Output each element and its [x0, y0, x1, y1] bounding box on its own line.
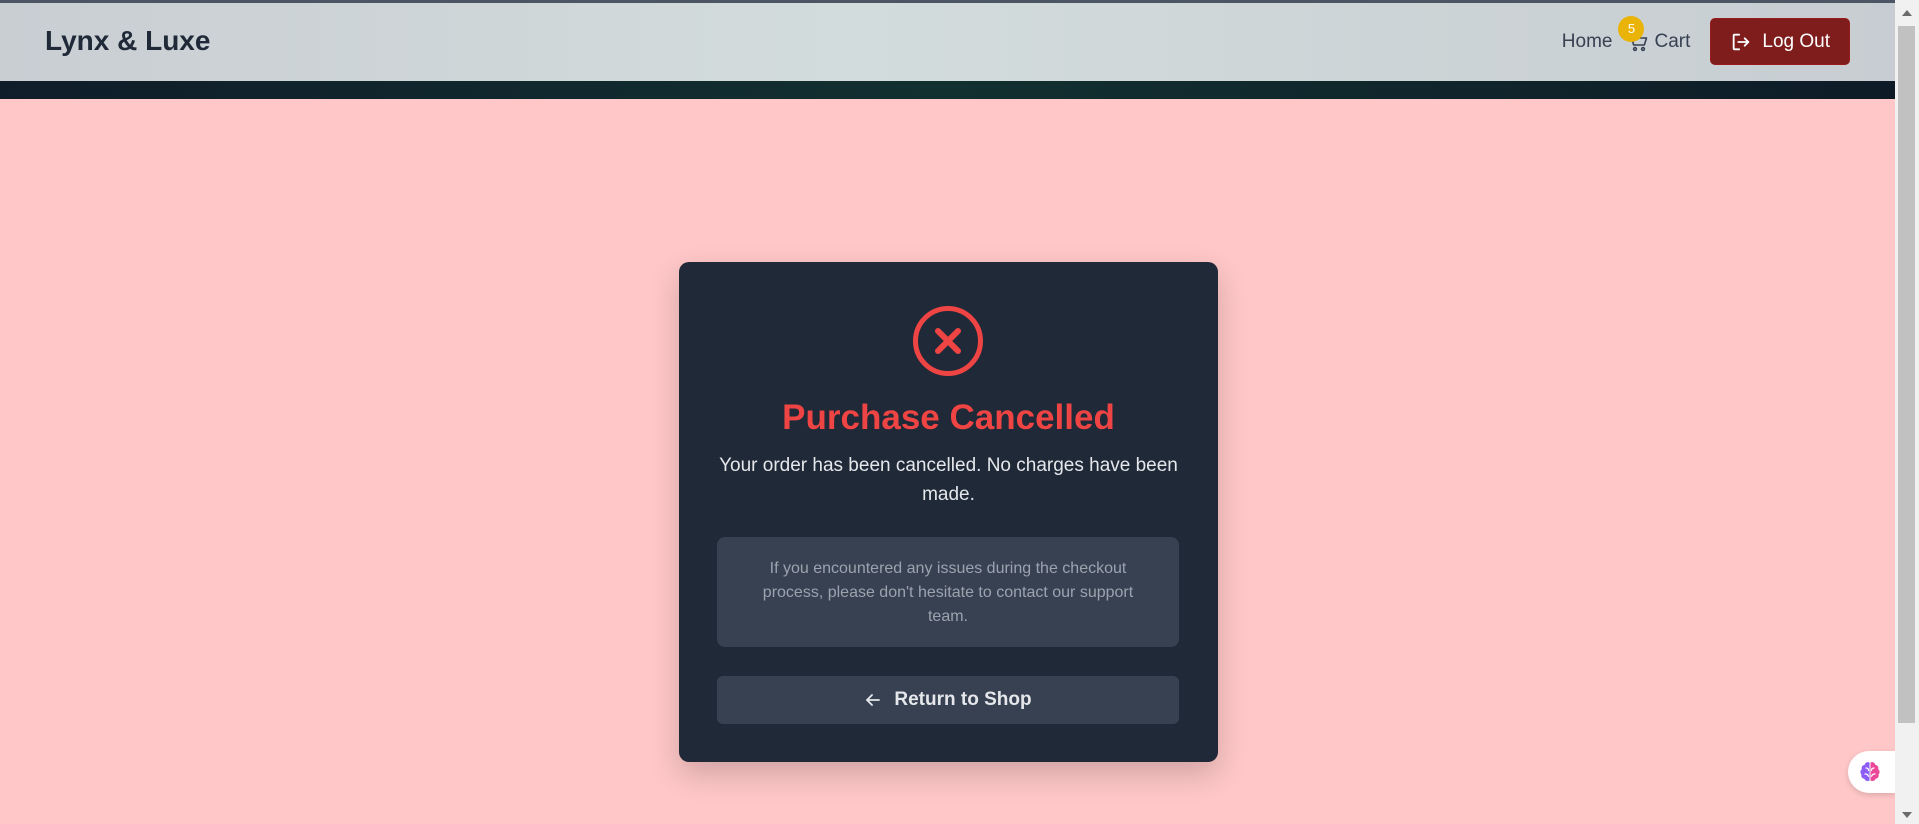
- cart-label: Cart: [1654, 30, 1691, 52]
- header-accent-strip: [0, 81, 1895, 99]
- x-circle-icon: [913, 306, 983, 376]
- scroll-thumb[interactable]: [1898, 26, 1915, 723]
- assistant-widget-button[interactable]: [1848, 751, 1895, 793]
- return-label: Return to Shop: [894, 689, 1032, 710]
- return-to-shop-button[interactable]: Return to Shop: [717, 676, 1179, 724]
- brand-logo[interactable]: Lynx & Luxe: [45, 25, 210, 57]
- support-info-box: If you encountered any issues during the…: [717, 537, 1179, 647]
- logout-icon: [1733, 33, 1750, 50]
- scroll-down-arrow[interactable]: [1902, 812, 1912, 818]
- nav-home-link[interactable]: Home: [1562, 31, 1613, 53]
- arrow-left-icon: [866, 694, 881, 706]
- brain-icon: [1859, 762, 1880, 782]
- logout-label: Log Out: [1762, 30, 1830, 52]
- cancellation-message: Your order has been cancelled. No charge…: [719, 455, 1178, 505]
- scroll-up-arrow[interactable]: [1902, 10, 1912, 16]
- logout-button[interactable]: Log Out: [1710, 18, 1850, 65]
- cart-count-badge: 5: [1618, 15, 1645, 42]
- cancellation-card: Purchase Cancelled Your order has been c…: [679, 262, 1218, 762]
- navbar: Lynx & Luxe Home 5 Cart Log Out: [0, 3, 1895, 81]
- nav-cart-link[interactable]: 5 Cart: [1618, 15, 1691, 54]
- nav-links: Home 5 Cart Log Out: [1562, 15, 1850, 65]
- page-title: Purchase Cancelled: [782, 398, 1115, 437]
- vertical-scrollbar[interactable]: [1895, 0, 1919, 824]
